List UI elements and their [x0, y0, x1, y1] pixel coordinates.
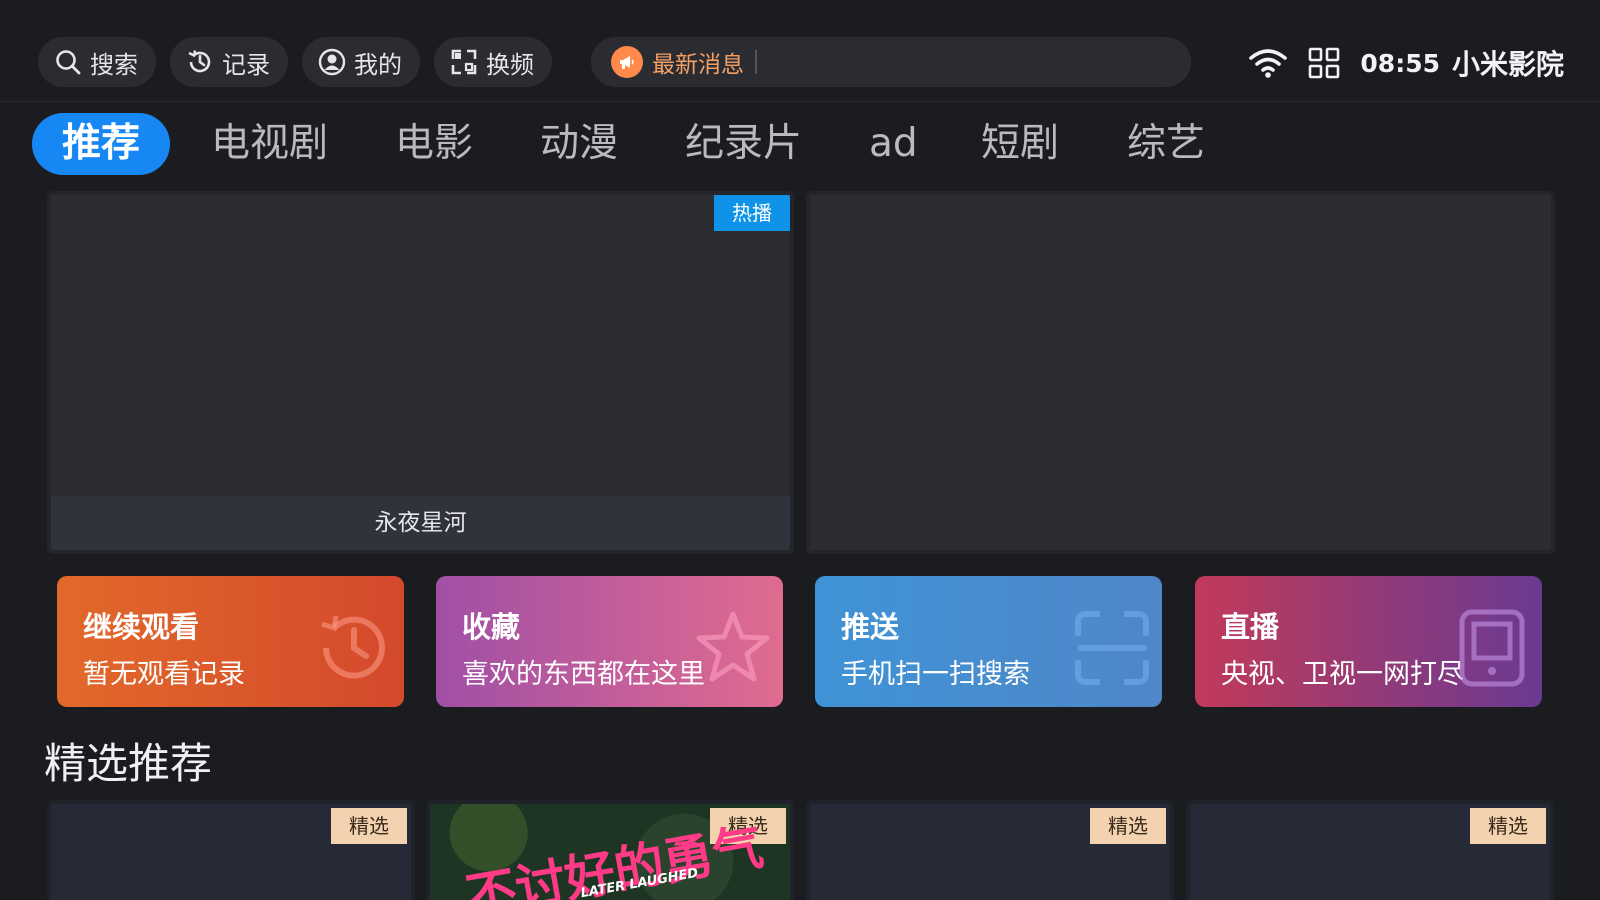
push-card[interactable]: 推送 手机扫一扫搜索 [815, 576, 1162, 707]
search-label: 搜索 [90, 50, 138, 79]
hero-caption: 永夜星河 [51, 496, 790, 550]
app-brand: 小米影院 [1451, 48, 1564, 81]
ticker-cursor [755, 50, 757, 74]
featured-thumb[interactable]: 精选 [1186, 800, 1554, 900]
featured-thumb[interactable]: 精选 不讨好的勇气 LATER LAUGHED [426, 800, 794, 900]
hot-badge: 热播 [714, 195, 790, 231]
history-icon [321, 615, 385, 679]
apps-grid-icon[interactable] [1308, 47, 1340, 79]
tab-movies[interactable]: 电影 [395, 113, 473, 175]
tab-recommend[interactable]: 推荐 [32, 113, 170, 175]
profile-label: 我的 [354, 50, 402, 79]
tab-ad[interactable]: ad [869, 113, 918, 175]
tab-documentary[interactable]: 纪录片 [685, 113, 802, 175]
star-icon [696, 611, 770, 682]
switch-label: 换频 [486, 50, 534, 79]
switch-button[interactable]: 换频 [434, 37, 552, 87]
news-ticker[interactable]: 最新消息 [591, 37, 1191, 87]
featured-thumb[interactable]: 精选 [806, 800, 1174, 900]
profile-button[interactable]: 我的 [302, 37, 420, 87]
clock: 08:55 [1360, 48, 1440, 78]
pick-badge: 精选 [331, 808, 407, 844]
pick-badge: 精选 [1090, 808, 1166, 844]
tablet-icon [1459, 609, 1525, 687]
history-button[interactable]: 记录 [170, 37, 288, 87]
search-icon [56, 50, 81, 75]
tab-short-drama[interactable]: 短剧 [981, 113, 1059, 175]
history-icon [188, 50, 211, 73]
section-title: 精选推荐 [44, 739, 213, 788]
pick-badge: 精选 [1470, 808, 1546, 844]
live-card[interactable]: 直播 央视、卫视一网打尽 [1195, 576, 1542, 707]
favorites-card[interactable]: 收藏 喜欢的东西都在这里 [436, 576, 783, 707]
tab-anime[interactable]: 动漫 [540, 113, 618, 175]
megaphone-icon [611, 46, 643, 78]
status-area: 08:55 小米影院 [1248, 40, 1564, 86]
tab-variety[interactable]: 综艺 [1127, 113, 1205, 175]
hero-banner-left[interactable]: 热播 永夜星河 [47, 191, 794, 554]
continue-watching-card[interactable]: 继续观看 暂无观看记录 [57, 576, 404, 707]
scan-icon [1075, 611, 1149, 685]
news-label: 最新消息 [652, 52, 744, 78]
tab-tv-series[interactable]: 电视剧 [211, 113, 328, 175]
top-bar: 搜索 记录 我的 换频 最新消息 08:55 小米影院 [0, 0, 1600, 102]
hero-banner-right[interactable] [806, 191, 1555, 554]
wifi-icon [1249, 49, 1288, 78]
user-icon [318, 48, 346, 76]
switch-source-icon [451, 49, 477, 75]
search-button[interactable]: 搜索 [38, 37, 156, 87]
featured-thumb[interactable]: 精选 [47, 800, 415, 900]
history-label: 记录 [222, 50, 270, 79]
